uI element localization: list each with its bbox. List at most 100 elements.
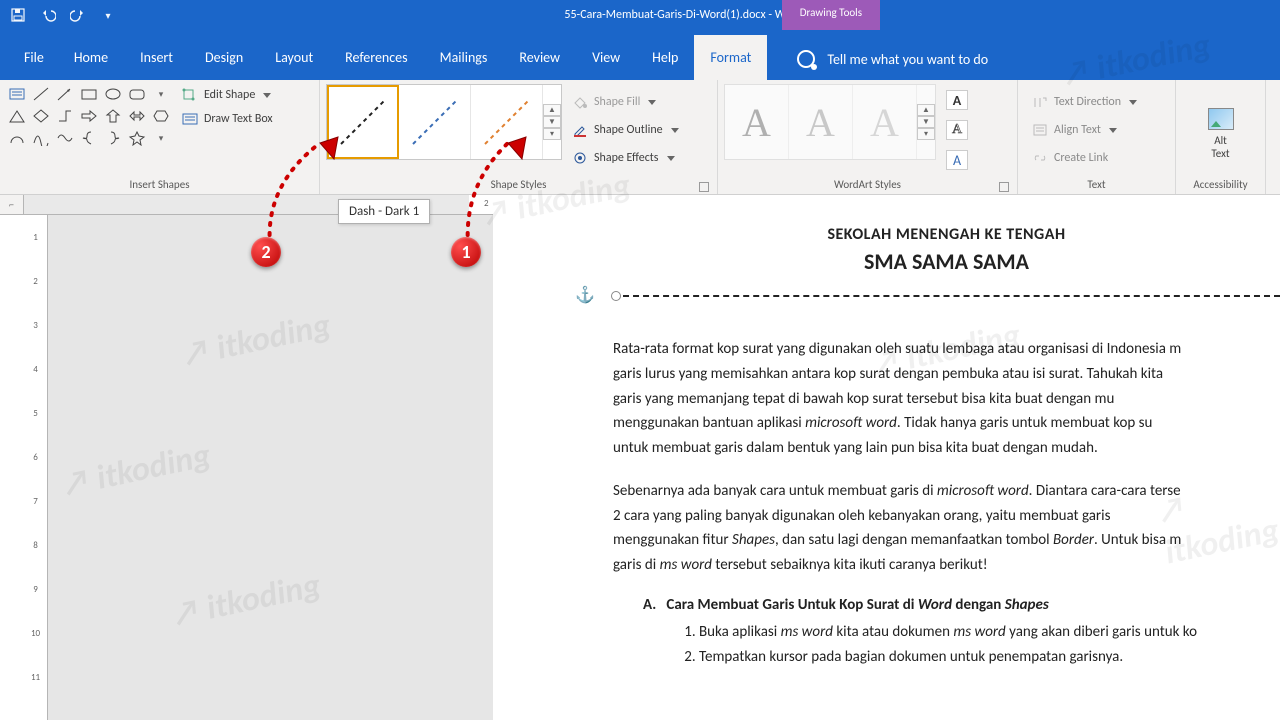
group-label-accessibility: Accessibility xyxy=(1182,176,1259,194)
edit-shape-label: Edit Shape xyxy=(204,88,255,102)
edit-shape-button[interactable]: Edit Shape xyxy=(182,88,273,102)
group-label-insert-shapes: Insert Shapes xyxy=(6,176,313,194)
shape-triangle-icon[interactable] xyxy=(6,106,28,126)
tab-mailings[interactable]: Mailings xyxy=(424,35,504,80)
shape-hexagon-icon[interactable] xyxy=(150,106,172,126)
shape-arc-icon[interactable] xyxy=(6,128,28,148)
tell-me-search[interactable]: Tell me what you want to do xyxy=(767,50,1008,80)
wordart-gallery[interactable]: A A A ▲▼▾ xyxy=(724,84,936,160)
text-direction-label: Text Direction xyxy=(1054,95,1121,109)
wordart-preset-3[interactable]: A xyxy=(853,85,917,159)
dialog-launcher-icon[interactable] xyxy=(699,182,709,192)
edit-shape-icon xyxy=(182,88,198,102)
alt-text-button[interactable]: Alt Text xyxy=(1192,84,1250,176)
text-direction-button[interactable]: Text Direction xyxy=(1032,95,1137,109)
shape-more-icon[interactable]: ▾ xyxy=(150,128,172,148)
shape-elbow-icon[interactable] xyxy=(54,106,76,126)
quick-access-toolbar: ▾ xyxy=(0,7,126,23)
tab-layout[interactable]: Layout xyxy=(259,35,329,80)
doc-paragraph-1: Rata-rata format kop surat yang digunaka… xyxy=(613,337,1280,461)
doc-section-a: A. Cara Membuat Garis Untuk Kop Surat di… xyxy=(643,596,1280,614)
shape-styles-gallery[interactable]: ▲▼▾ xyxy=(326,84,562,160)
tab-home[interactable]: Home xyxy=(58,35,124,80)
shape-curve-icon[interactable] xyxy=(30,128,52,148)
align-text-icon xyxy=(1032,123,1048,137)
window-title: 55-Cara-Membuat-Garis-Di-Word(1).docx - … xyxy=(126,8,1280,22)
scroll-more-icon[interactable]: ▾ xyxy=(543,128,561,140)
shape-handle[interactable] xyxy=(611,291,621,301)
document-page[interactable]: SEKOLAH MENENGAH KE TENGAH SMA SAMA SAMA… xyxy=(493,195,1280,720)
tab-format[interactable]: Format xyxy=(694,35,767,80)
scroll-down-icon[interactable]: ▼ xyxy=(543,116,561,128)
text-direction-icon xyxy=(1032,95,1048,109)
shape-textbox-icon[interactable] xyxy=(6,84,28,104)
lightbulb-icon xyxy=(797,50,815,68)
shape-right-arrow-icon[interactable] xyxy=(78,106,100,126)
dialog-launcher-wordart-icon[interactable] xyxy=(999,182,1009,192)
shape-outline-label: Shape Outline xyxy=(594,123,663,137)
shape-outline-button[interactable]: Shape Outline xyxy=(572,123,679,137)
page-gutter xyxy=(48,195,493,720)
doc-header-2: SMA SAMA SAMA xyxy=(613,248,1280,275)
create-link-button[interactable]: Create Link xyxy=(1032,151,1137,165)
style-preset-dash-blue[interactable] xyxy=(399,85,471,159)
group-label-shape-styles: Shape Styles xyxy=(326,176,711,194)
text-outline-button[interactable]: A xyxy=(946,120,968,140)
title-bar: ▾ 55-Cara-Membuat-Garis-Di-Word(1).docx … xyxy=(0,0,1280,30)
text-fill-button[interactable]: A xyxy=(946,90,968,110)
text-effects-button[interactable]: A xyxy=(946,150,968,170)
shape-rectangle-icon[interactable] xyxy=(78,84,100,104)
create-link-label: Create Link xyxy=(1054,151,1108,165)
tab-help[interactable]: Help xyxy=(636,35,694,80)
draw-text-box-button[interactable]: Draw Text Box xyxy=(182,112,273,126)
tab-view[interactable]: View xyxy=(576,35,636,80)
shape-brace-left-icon[interactable] xyxy=(78,128,100,148)
style-preset-dash-dark1[interactable] xyxy=(327,85,399,159)
scroll-up-icon[interactable]: ▲ xyxy=(543,104,561,116)
style-preset-dash-orange[interactable] xyxy=(471,85,543,159)
shape-freeform-icon[interactable] xyxy=(54,128,76,148)
shape-star-icon[interactable] xyxy=(126,128,148,148)
ruler-corner[interactable]: ⌐ xyxy=(0,195,24,215)
draw-text-box-label: Draw Text Box xyxy=(204,112,273,126)
shape-diamond-icon[interactable] xyxy=(30,106,52,126)
wordart-preset-1[interactable]: A xyxy=(725,85,789,159)
pencil-icon xyxy=(572,123,588,137)
alt-text-label: Alt Text xyxy=(1211,134,1229,160)
wordart-scroll[interactable]: ▲▼▾ xyxy=(917,104,935,140)
customize-qat-icon[interactable]: ▾ xyxy=(100,7,116,23)
shape-line-icon[interactable] xyxy=(30,84,52,104)
paint-bucket-icon xyxy=(572,95,588,109)
tab-review[interactable]: Review xyxy=(503,35,576,80)
tell-me-placeholder: Tell me what you want to do xyxy=(827,51,988,68)
gallery-scroll[interactable]: ▲▼▾ xyxy=(543,104,561,140)
tab-design[interactable]: Design xyxy=(189,35,259,80)
doc-header-1: SEKOLAH MENENGAH KE TENGAH xyxy=(613,225,1280,244)
workspace: ⌐ 2 1 1 2 3 4 5 6 7 8 9 10 11 12 13 14 1… xyxy=(0,195,1280,720)
wordart-preset-2[interactable]: A xyxy=(789,85,853,159)
undo-icon[interactable] xyxy=(40,7,56,23)
shape-line-arrow-icon[interactable] xyxy=(54,84,76,104)
align-text-label: Align Text xyxy=(1054,123,1101,137)
shape-effects-label: Shape Effects xyxy=(594,151,659,165)
shape-effects-button[interactable]: Shape Effects xyxy=(572,151,679,165)
shape-fill-button[interactable]: Shape Fill xyxy=(572,95,679,109)
shape-double-arrow-icon[interactable] xyxy=(126,106,148,126)
inserted-dashed-line-shape[interactable]: ⚓ xyxy=(613,295,1280,297)
tab-insert[interactable]: Insert xyxy=(124,35,189,80)
shape-up-arrow-icon[interactable] xyxy=(102,106,124,126)
redo-icon[interactable] xyxy=(70,7,86,23)
save-icon[interactable] xyxy=(10,7,26,23)
vertical-ruler[interactable]: 1 2 3 4 5 6 7 8 9 10 11 xyxy=(24,195,48,720)
shapes-gallery[interactable]: ▾ ▾ xyxy=(6,84,172,176)
tab-file[interactable]: File xyxy=(10,35,58,80)
tab-references[interactable]: References xyxy=(329,35,423,80)
align-text-button[interactable]: Align Text xyxy=(1032,123,1137,137)
text-box-icon xyxy=(182,112,198,126)
group-shape-styles: ▲▼▾ Shape Fill Shape Outline Shape Effec… xyxy=(320,80,718,194)
shape-rounded-rect-icon[interactable] xyxy=(126,84,148,104)
picture-icon xyxy=(1208,108,1234,130)
shape-brace-right-icon[interactable] xyxy=(102,128,124,148)
shape-more-row1-icon[interactable]: ▾ xyxy=(150,84,172,104)
shape-oval-icon[interactable] xyxy=(102,84,124,104)
